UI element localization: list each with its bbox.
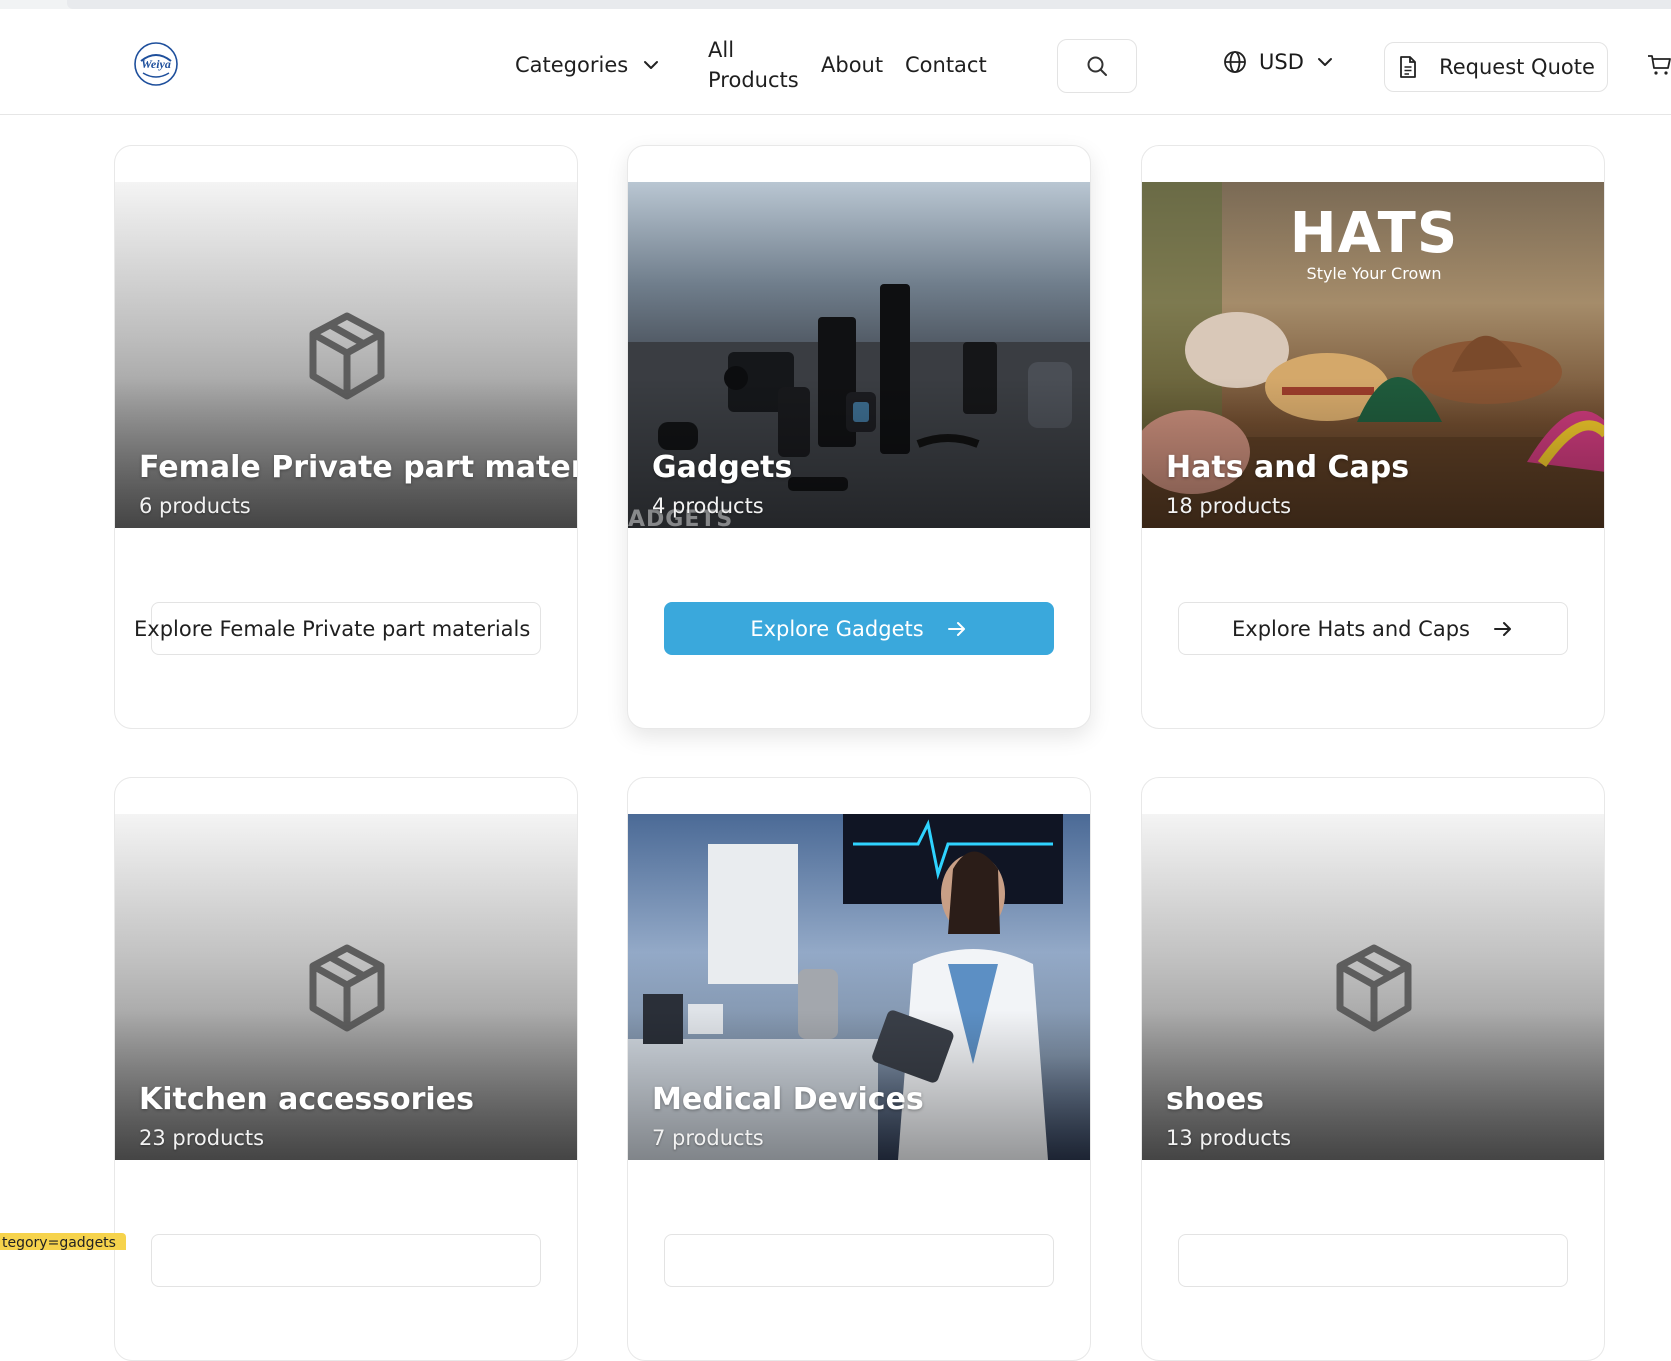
hats-banner-subtitle: Style Your Crown [1306, 264, 1442, 283]
arrow-right-icon [947, 621, 965, 636]
explore-button[interactable] [1178, 1234, 1568, 1287]
category-image[interactable]: HATS Style Your Crown Hats and Caps 18 p… [1142, 182, 1604, 528]
currency-label: USD [1259, 50, 1304, 74]
explore-button[interactable] [151, 1234, 541, 1287]
category-image[interactable]: Kitchen accessories 23 products [115, 814, 577, 1160]
explore-button[interactable] [664, 1234, 1054, 1287]
site-header: Weiya Categories All Products About Cont… [0, 9, 1671, 115]
category-card-kitchen[interactable]: Kitchen accessories 23 products [114, 777, 578, 1361]
address-bar-fragment[interactable] [67, 0, 1671, 9]
globe-icon [1224, 51, 1246, 73]
nav-categories-label: Categories [515, 53, 629, 77]
category-count: 4 products [652, 494, 764, 518]
nav-all-products[interactable]: All Products [708, 35, 804, 95]
explore-button-label: Explore Gadgets [750, 616, 924, 641]
category-count: 23 products [139, 1126, 265, 1150]
nav-about[interactable]: About [821, 50, 883, 80]
category-title: Gadgets [652, 450, 793, 485]
category-title: Kitchen accessories [139, 1082, 474, 1117]
browser-strip [0, 0, 1671, 9]
category-count: 13 products [1166, 1126, 1292, 1150]
explore-button[interactable]: Explore Female Private part materials [134, 602, 541, 655]
category-count: 7 products [652, 1126, 764, 1150]
explore-button[interactable]: Explore Hats and Caps [1178, 602, 1568, 655]
category-title: Hats and Caps [1166, 450, 1410, 485]
hats-banner-title: HATS [1289, 201, 1459, 266]
request-quote-label: Request Quote [1439, 55, 1595, 79]
category-card-hats[interactable]: HATS Style Your Crown Hats and Caps 18 p… [1141, 145, 1605, 729]
explore-button[interactable]: Explore Gadgets [664, 602, 1054, 655]
category-count: 18 products [1166, 494, 1292, 518]
category-image[interactable]: ADGETS Gadgets 4 products [628, 182, 1090, 528]
category-card-medical[interactable]: Medical Devices 7 products [627, 777, 1091, 1361]
category-title: shoes [1166, 1082, 1265, 1117]
link-status-url: tegory=gadgets [0, 1233, 126, 1250]
category-card-shoes[interactable]: shoes 13 products [1141, 777, 1605, 1361]
nav-categories[interactable]: Categories [515, 50, 660, 80]
request-quote-button[interactable]: Request Quote [1384, 42, 1608, 92]
category-card-gadgets[interactable]: ADGETS Gadgets 4 products Explore Gadget… [627, 145, 1091, 729]
category-title: Medical Devices [652, 1082, 924, 1117]
svg-text:Weiya: Weiya [141, 57, 171, 71]
nav-all-products-line1: All [708, 38, 735, 62]
category-count: 6 products [139, 494, 251, 518]
search-icon [1087, 56, 1107, 76]
nav-contact[interactable]: Contact [905, 50, 987, 80]
chevron-down-icon [644, 61, 659, 69]
search-button[interactable] [1057, 39, 1137, 93]
explore-button-label: Explore Hats and Caps [1232, 616, 1470, 641]
explore-button-label: Explore Female Private part materials [134, 616, 531, 641]
category-image[interactable]: Medical Devices 7 products [628, 814, 1090, 1160]
category-image[interactable]: shoes 13 products [1142, 814, 1604, 1160]
hats-banner: HATS Style Your Crown [1142, 201, 1604, 284]
nav-all-products-line2: Products [708, 68, 799, 92]
category-image[interactable]: Female Private part materials 6 products [115, 182, 577, 528]
category-title: Female Private part materials [139, 450, 577, 485]
document-icon [1400, 56, 1416, 78]
cart-icon[interactable] [1647, 53, 1671, 77]
arrow-right-icon [1493, 621, 1511, 636]
category-card-female-private[interactable]: Female Private part materials 6 products… [114, 145, 578, 729]
chevron-down-icon [1317, 58, 1332, 66]
site-logo[interactable]: Weiya [133, 41, 179, 87]
currency-selector[interactable]: USD [1223, 50, 1334, 74]
